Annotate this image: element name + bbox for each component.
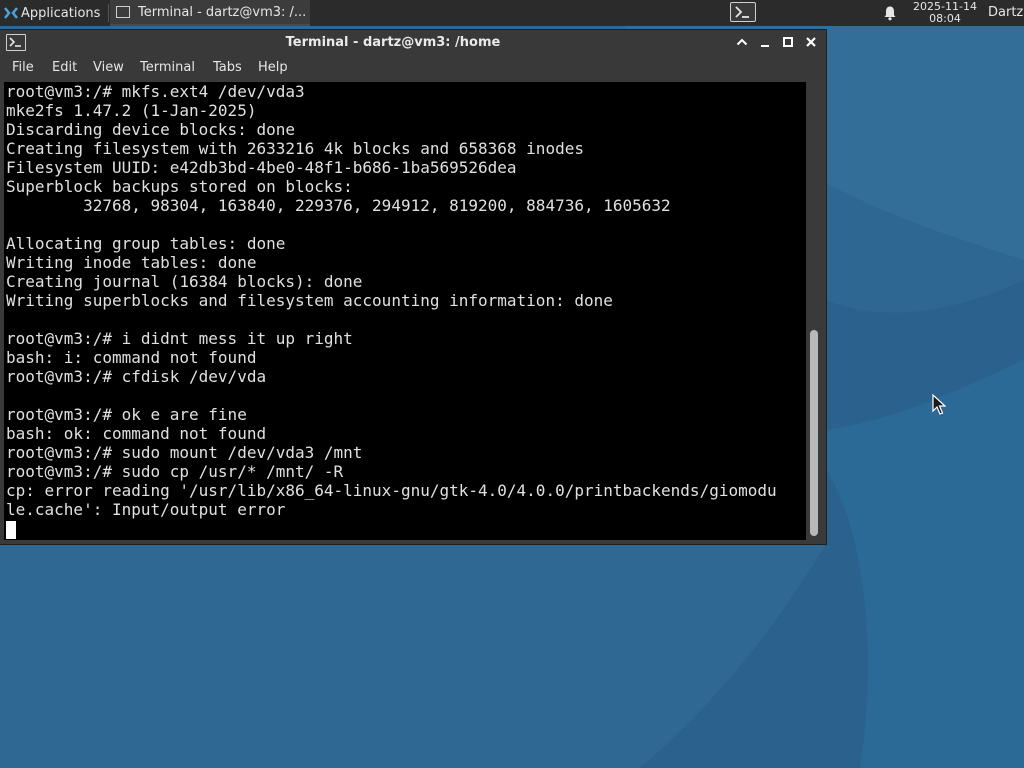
applications-label: Applications [21, 5, 101, 21]
taskbar-terminal-label: Terminal - dartz@vm3: /... [138, 4, 307, 20]
window-titlebar[interactable]: Terminal - dartz@vm3: /home [0, 30, 826, 56]
terminal-icon [116, 6, 130, 18]
menu-file[interactable]: File [12, 56, 34, 80]
terminal-output[interactable]: root@vm3:/# mkfs.ext4 /dev/vda3 mke2fs 1… [4, 82, 806, 540]
terminal-line: root@vm3:/# sudo mount /dev/vda3 /mnt [6, 443, 363, 462]
taskbar-terminal-button[interactable]: Terminal - dartz@vm3: /... [110, 0, 310, 26]
user-menu-button[interactable]: Dartz [988, 0, 1023, 26]
menu-view[interactable]: View [93, 56, 124, 80]
minimize-window-icon[interactable] [757, 34, 773, 50]
distro-logo-icon [4, 7, 18, 19]
terminal-text: root@vm3:/# mkfs.ext4 /dev/vda3 mke2fs 1… [4, 82, 806, 519]
terminal-line: Superblock backups stored on blocks: [6, 177, 353, 196]
terminal-line: le.cache': Input/output error [6, 500, 286, 519]
menu-terminal[interactable]: Terminal [140, 56, 195, 80]
window-menubar: File Edit View Terminal Tabs Help [0, 56, 826, 80]
terminal-line: root@vm3:/# sudo cp /usr/* /mnt/ -R [6, 462, 344, 481]
window-title: Terminal - dartz@vm3: /home [285, 35, 501, 50]
panel-clock[interactable]: 2025-11-14 08:04 [906, 1, 984, 25]
terminal-line: Creating journal (16384 blocks): done [6, 272, 363, 291]
terminal-line: Creating filesystem with 2633216 4k bloc… [6, 139, 584, 158]
close-window-icon[interactable] [803, 34, 819, 50]
terminal-line: root@vm3:/# ok e are fine [6, 405, 247, 424]
terminal-line: root@vm3:/# mkfs.ext4 /dev/vda3 [6, 82, 305, 101]
terminal-line: root@vm3:/# i didnt mess it up right [6, 329, 353, 348]
top-panel: Applications Terminal - dartz@vm3: /... … [0, 0, 1024, 26]
shade-window-icon[interactable] [734, 34, 750, 50]
terminal-cursor [6, 521, 16, 539]
terminal-line: 32768, 98304, 163840, 229376, 294912, 81… [6, 196, 671, 215]
terminal-line: root@vm3:/# cfdisk /dev/vda [6, 367, 267, 386]
terminal-line: Writing inode tables: done [6, 253, 257, 272]
terminal-line: Discarding device blocks: done [6, 120, 295, 139]
terminal-line: mke2fs 1.47.2 (1-Jan-2025) [6, 101, 257, 120]
menu-edit[interactable]: Edit [52, 56, 77, 80]
terminal-line: Filesystem UUID: e42db3bd-4be0-48f1-b686… [6, 158, 517, 177]
menu-tabs[interactable]: Tabs [213, 56, 242, 80]
terminal-prompt-icon [735, 6, 749, 18]
menu-help[interactable]: Help [258, 56, 288, 80]
notification-bell-icon[interactable] [882, 5, 898, 21]
terminal-line: bash: i: command not found [6, 348, 257, 367]
terminal-scrollbar-thumb[interactable] [810, 330, 818, 536]
terminal-line: Allocating group tables: done [6, 234, 286, 253]
applications-menu-button[interactable]: Applications [0, 0, 108, 26]
terminal-line: cp: error reading '/usr/lib/x86_64-linux… [6, 481, 777, 500]
terminal-window: Terminal - dartz@vm3: /home File Edit Vi… [0, 30, 826, 544]
clock-time: 08:04 [929, 12, 961, 25]
panel-separator [108, 4, 109, 22]
mouse-pointer-icon [932, 394, 946, 415]
terminal-launcher-icon[interactable] [730, 2, 756, 22]
maximize-window-icon[interactable] [780, 34, 796, 50]
terminal-line: Writing superblocks and filesystem accou… [6, 291, 613, 310]
terminal-line: bash: ok: command not found [6, 424, 267, 443]
